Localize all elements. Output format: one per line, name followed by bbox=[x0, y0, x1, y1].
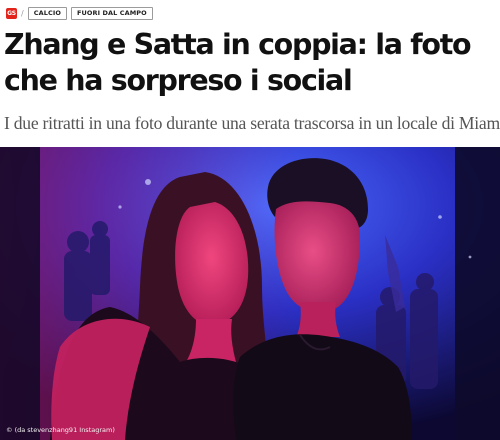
photo-illustration bbox=[0, 147, 500, 440]
article-subtitle: I due ritratti in una foto durante una s… bbox=[4, 113, 500, 133]
breadcrumb-separator: / bbox=[21, 8, 24, 18]
article-headline: Zhang e Satta in coppia: la foto che ha … bbox=[4, 28, 472, 97]
breadcrumb: GS / CALCIO FUORI DAL CAMPO bbox=[6, 6, 153, 20]
tag-fuori-dal-campo[interactable]: FUORI DAL CAMPO bbox=[70, 6, 153, 20]
tag-calcio[interactable]: CALCIO bbox=[27, 6, 67, 20]
photo-credit: © (da stevenzhang91 Instagram) bbox=[6, 426, 115, 434]
article-photo: © (da stevenzhang91 Instagram) bbox=[0, 147, 500, 440]
site-logo[interactable]: GS bbox=[6, 7, 17, 19]
